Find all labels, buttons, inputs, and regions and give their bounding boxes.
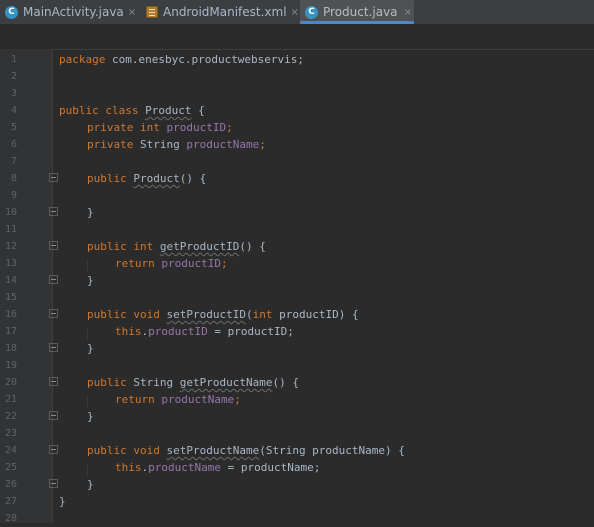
line-number: 26 (4, 479, 17, 490)
close-icon[interactable]: × (128, 4, 136, 20)
line-number: 11 (4, 224, 17, 235)
fold-marker[interactable] (49, 207, 58, 216)
tab-label: AndroidManifest.xml (163, 5, 287, 19)
line-number: 1 (10, 54, 17, 65)
fold-marker[interactable] (49, 411, 58, 420)
close-icon[interactable]: × (291, 4, 299, 20)
tab-androidmanifest[interactable]: AndroidManifest.xml × (141, 0, 299, 24)
code-line-22: } (87, 410, 94, 423)
code-line-17: this.productID = productID; (115, 325, 294, 338)
line-number: 17 (4, 326, 17, 337)
code-line-8: public Product() { (87, 172, 207, 185)
line-number: 6 (10, 139, 17, 150)
line-number: 10 (4, 207, 17, 218)
line-number: 24 (4, 445, 17, 456)
fold-marker[interactable] (49, 309, 58, 318)
code-line-12: public int getProductID() { (87, 240, 266, 253)
line-number: 25 (4, 462, 17, 473)
editor-breadcrumb-strip (0, 24, 594, 50)
line-number: 9 (10, 190, 17, 201)
code-line-4: public class Product { (59, 104, 205, 117)
indent-guide (87, 327, 88, 341)
indent-guide (87, 463, 88, 477)
indent-guide (87, 395, 88, 409)
code-line-16: public void setProductID(int productID) … (87, 308, 359, 321)
line-number: 13 (4, 258, 17, 269)
line-number: 12 (4, 241, 17, 252)
line-number: 20 (4, 377, 17, 388)
code-line-10: } (87, 206, 94, 219)
line-number: 28 (4, 513, 17, 524)
code-line-26: } (87, 478, 94, 491)
java-class-icon: C (305, 5, 318, 19)
fold-marker[interactable] (49, 343, 58, 352)
fold-marker[interactable] (49, 377, 58, 386)
fold-marker[interactable] (49, 479, 58, 488)
code-line-1: package com.enesbyc.productwebservis; (59, 53, 305, 66)
fold-marker[interactable] (49, 241, 58, 250)
tab-mainactivity[interactable]: C MainActivity.java × (0, 0, 136, 24)
code-line-24: public void setProductName(String produc… (87, 444, 405, 457)
code-line-5: private int productID; (87, 121, 233, 134)
indent-guide (87, 259, 88, 273)
line-number: 15 (4, 292, 17, 303)
tab-product[interactable]: C Product.java × (300, 0, 414, 24)
manifest-icon (146, 5, 158, 19)
code-line-6: private String productName; (87, 138, 266, 151)
line-number: 19 (4, 360, 17, 371)
code-line-21: return productName; (115, 393, 241, 406)
line-number: 22 (4, 411, 17, 422)
fold-marker[interactable] (49, 275, 58, 284)
line-number: 8 (10, 173, 17, 184)
code-line-13: return productID; (115, 257, 228, 270)
line-number-gutter: 1 2 3 4 5 6 7 8 9 10 11 12 13 14 15 16 1… (0, 49, 58, 524)
line-number: 14 (4, 275, 17, 286)
code-line-27: } (59, 495, 66, 508)
code-line-20: public String getProductName() { (87, 376, 299, 389)
line-number: 23 (4, 428, 17, 439)
java-class-icon: C (5, 5, 18, 19)
line-number: 5 (10, 122, 17, 133)
line-number: 3 (10, 88, 17, 99)
line-number: 4 (10, 105, 17, 116)
line-number: 27 (4, 496, 17, 507)
fold-marker[interactable] (49, 445, 58, 454)
code-editor[interactable]: package com.enesbyc.productwebservis; pu… (59, 49, 594, 523)
code-line-18: } (87, 342, 94, 355)
tab-label: Product.java (323, 5, 398, 19)
code-line-25: this.productName = productName; (115, 461, 321, 474)
line-number: 18 (4, 343, 17, 354)
line-number: 16 (4, 309, 17, 320)
code-line-14: } (87, 274, 94, 287)
tab-label: MainActivity.java (23, 5, 124, 19)
line-number: 2 (10, 71, 17, 82)
line-number: 7 (10, 156, 17, 167)
line-number: 21 (4, 394, 17, 405)
fold-marker[interactable] (49, 173, 58, 182)
close-icon[interactable]: × (402, 4, 414, 20)
editor-tab-bar: C MainActivity.java × AndroidManifest.xm… (0, 0, 594, 24)
